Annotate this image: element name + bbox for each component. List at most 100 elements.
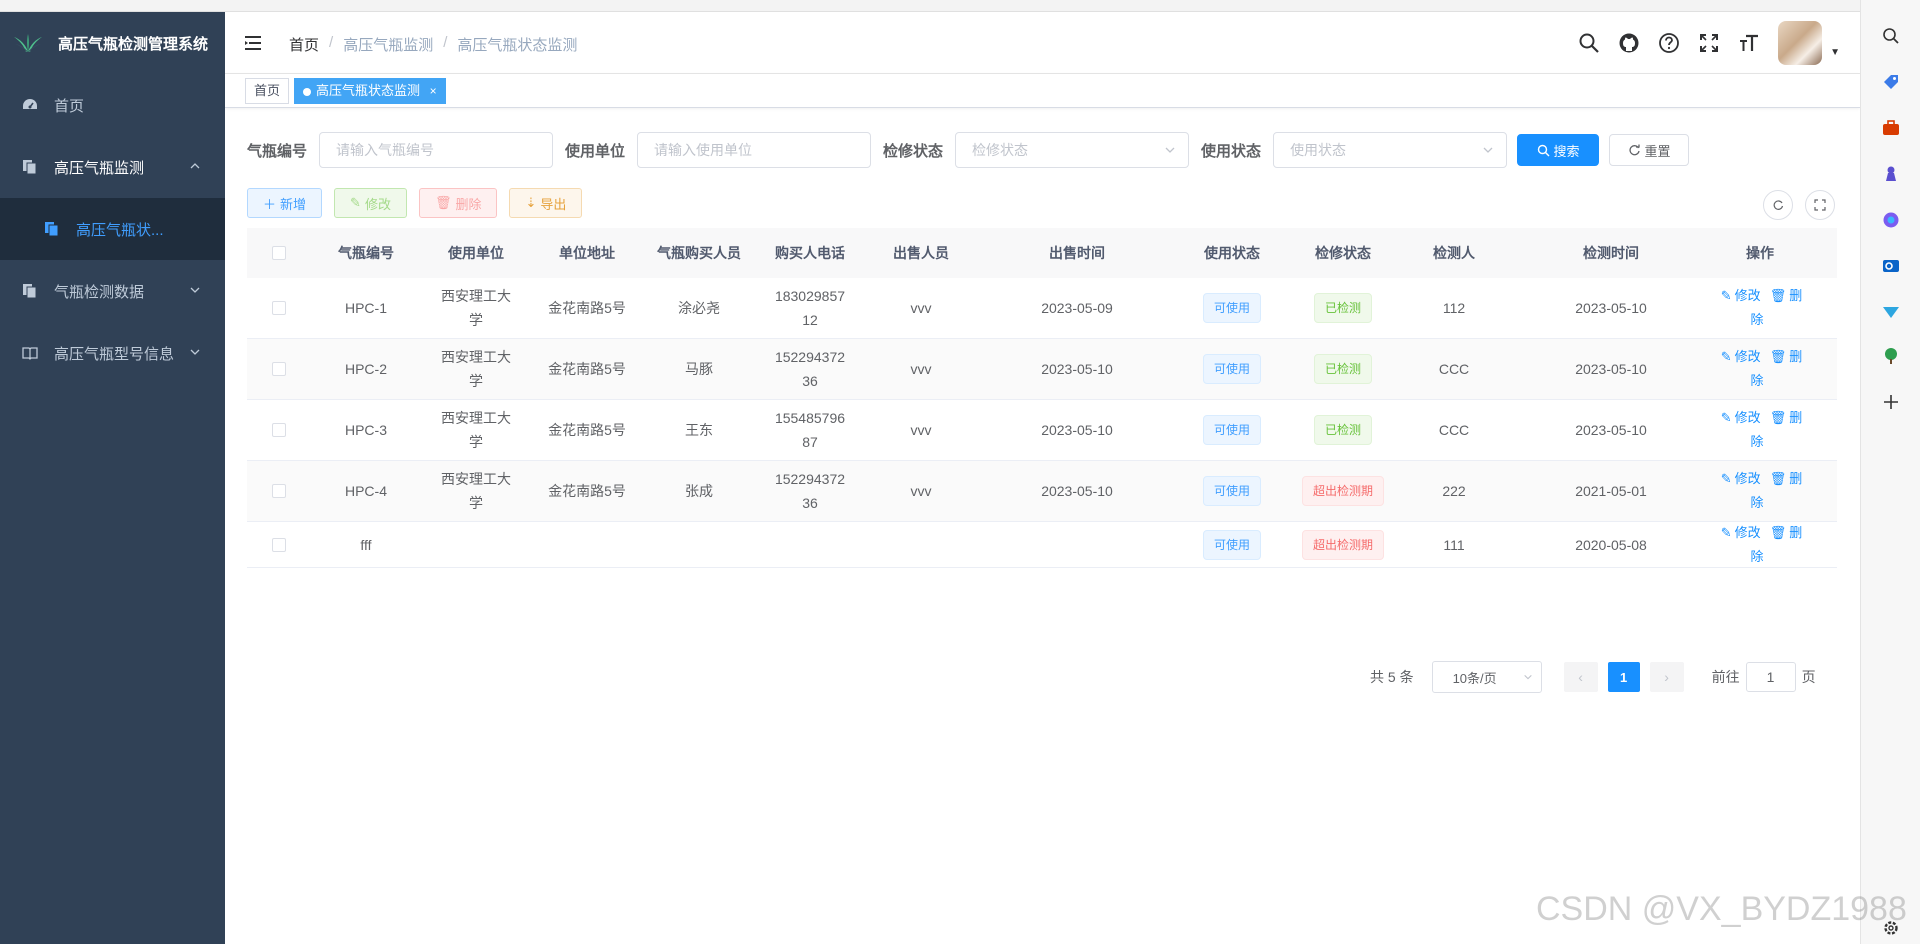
inspection-status-label: 检修状态: [883, 142, 944, 160]
avatar[interactable]: [1778, 21, 1823, 65]
chess-icon[interactable]: [1881, 164, 1901, 184]
col-header[interactable]: 出售人员: [865, 241, 977, 265]
tag-status-monitoring[interactable]: 高压气瓶状态监测 ×: [294, 78, 446, 104]
logo[interactable]: 高压气瓶检测管理系统: [0, 12, 225, 74]
watermark: CSDN @VX_BYDZ1988: [1536, 890, 1907, 928]
page-size-select[interactable]: 10条/页: [1431, 661, 1542, 693]
sidebar-item-label: 气瓶检测数据: [54, 283, 145, 301]
table-row[interactable]: HPC-2 西安理工大学 金花南路5号 马豚 15229437236 vvv 2023-05…: [247, 339, 1837, 400]
sidebar-item-monitoring[interactable]: 高压气瓶监测: [0, 136, 225, 198]
next-page-button[interactable]: ›: [1649, 662, 1684, 692]
sidebar-item-detection-data[interactable]: 气瓶检测数据: [0, 260, 225, 322]
copilot-icon[interactable]: [1881, 210, 1901, 230]
sidebar-item-home[interactable]: 首页: [0, 74, 225, 136]
row-edit-link[interactable]: ✎ 修改: [1721, 525, 1764, 540]
col-header[interactable]: 购买人电话: [755, 241, 865, 265]
tag-icon[interactable]: [1881, 72, 1901, 92]
sidebar-item-model-info[interactable]: 高压气瓶型号信息: [0, 322, 225, 384]
fullscreen-icon[interactable]: [1698, 32, 1720, 54]
unit-input[interactable]: 请输入使用单位: [637, 132, 872, 168]
delete-button[interactable]: 🗑 删除: [418, 188, 498, 218]
col-header[interactable]: 气瓶编号: [311, 241, 421, 265]
row-edit-link[interactable]: ✎ 修改: [1721, 349, 1764, 364]
tags-view: 首页 高压气瓶状态监测 ×: [225, 74, 1860, 108]
reset-button[interactable]: 重置: [1609, 134, 1690, 166]
breadcrumb-home[interactable]: 首页: [289, 34, 319, 55]
export-button[interactable]: ⇣ 导出: [509, 188, 583, 218]
usage-status-select[interactable]: 使用状态: [1273, 132, 1508, 168]
cell-inspection-time: 2020-05-08: [1575, 536, 1647, 553]
edit-button-label: 修改: [364, 196, 391, 212]
send-icon[interactable]: [1881, 302, 1901, 322]
col-header[interactable]: 检测时间: [1509, 241, 1713, 265]
chevron-down-icon: [190, 349, 200, 355]
breadcrumb-separator: /: [329, 34, 334, 51]
table-row[interactable]: HPC-3 西安理工大学 金花南路5号 王东 15548579687 vvv 2023-05…: [247, 400, 1837, 461]
placeholder: 检修状态: [972, 142, 1029, 158]
row-checkbox[interactable]: [272, 537, 286, 552]
col-header[interactable]: 使用单位: [421, 241, 531, 265]
search-icon[interactable]: [1881, 26, 1901, 46]
cell-unit: 西安理工大学: [441, 471, 511, 511]
add-button[interactable]: ＋新增: [247, 188, 323, 218]
goto-page-input[interactable]: 1: [1745, 662, 1796, 692]
search-icon[interactable]: [1578, 32, 1600, 54]
col-header[interactable]: 使用状态: [1177, 241, 1287, 265]
column-toggle-button[interactable]: [1805, 190, 1835, 220]
cell-seller: vvv: [910, 361, 932, 377]
table-row[interactable]: HPC-1 西安理工大学 金花南路5号 涂必尧 18302985712 vvv 2023-0…: [247, 278, 1837, 339]
tree-icon[interactable]: [1881, 346, 1901, 366]
help-icon[interactable]: [1658, 32, 1680, 54]
col-header[interactable]: 检测人: [1399, 241, 1509, 265]
cell-inspection-time: 2023-05-10: [1575, 300, 1647, 316]
close-icon[interactable]: ×: [430, 84, 437, 98]
page-number-current[interactable]: 1: [1607, 662, 1640, 692]
github-icon[interactable]: [1618, 32, 1640, 54]
cylinder-no-input[interactable]: 请输入气瓶编号: [319, 132, 554, 168]
usage-status-badge: 可使用: [1202, 476, 1261, 506]
search-button[interactable]: 搜索: [1517, 134, 1600, 166]
prev-page-button[interactable]: ‹: [1563, 662, 1598, 692]
row-checkbox[interactable]: [272, 301, 286, 315]
col-header[interactable]: 检修状态: [1287, 241, 1399, 265]
col-header[interactable]: 气瓶购买人员: [643, 241, 755, 265]
plus-icon[interactable]: [1881, 392, 1901, 412]
placeholder: 使用状态: [1290, 142, 1347, 158]
table-row[interactable]: HPC-4 西安理工大学 金花南路5号 张成 15229437236 vvv 2023-05…: [247, 461, 1837, 522]
col-header: 操作: [1746, 245, 1774, 261]
row-checkbox[interactable]: [272, 484, 286, 498]
sidebar-subitem-status-monitoring[interactable]: 高压气瓶状...: [0, 198, 225, 260]
tag-home[interactable]: 首页: [245, 78, 290, 104]
row-edit-link[interactable]: ✎ 修改: [1721, 288, 1764, 303]
font-size-icon[interactable]: [1738, 32, 1760, 54]
badge-cell: 超出检测期: [1287, 476, 1399, 506]
nav-tools: ▼: [1578, 12, 1840, 74]
sidebar-item-label: 首页: [54, 97, 85, 115]
select-all-checkbox[interactable]: [272, 246, 286, 260]
inspection-status-select[interactable]: 检修状态: [955, 132, 1190, 168]
col-header[interactable]: 出售时间: [977, 241, 1177, 265]
briefcase-icon[interactable]: [1881, 118, 1901, 138]
table-row[interactable]: fff 可使用 超出检测期 111 2020-05-08 ✎ 修改 🗑 删除: [247, 522, 1837, 568]
app-title: 高压气瓶检测管理系统: [58, 35, 209, 53]
cell-inspector: CCC: [1438, 361, 1470, 377]
col-header[interactable]: 单位地址: [531, 241, 643, 265]
row-checkbox[interactable]: [272, 362, 286, 376]
pagination-total: 共 5 条: [1370, 669, 1414, 685]
breadcrumb-level2: 高压气瓶状态监测: [457, 37, 578, 54]
cell-sale-time: 2023-05-10: [1041, 483, 1113, 499]
reset-button-label: 重置: [1644, 143, 1671, 159]
badge-cell: 已检测: [1287, 293, 1399, 323]
row-checkbox[interactable]: [272, 423, 286, 437]
cell-buyer: 涂必尧: [678, 300, 720, 316]
refresh-table-button[interactable]: [1763, 190, 1793, 220]
row-edit-link[interactable]: ✎ 修改: [1721, 471, 1764, 486]
caret-down-icon[interactable]: ▼: [1830, 47, 1840, 58]
fullscreen-icon: [1814, 199, 1826, 211]
tag-label: 高压气瓶状态监测: [316, 83, 421, 98]
edit-button[interactable]: ✎ 修改: [334, 188, 407, 218]
hamburger-icon[interactable]: [243, 32, 265, 54]
chevron-right-icon: ›: [1664, 669, 1669, 685]
outlook-icon[interactable]: [1881, 256, 1901, 276]
row-edit-link[interactable]: ✎ 修改: [1721, 410, 1764, 425]
